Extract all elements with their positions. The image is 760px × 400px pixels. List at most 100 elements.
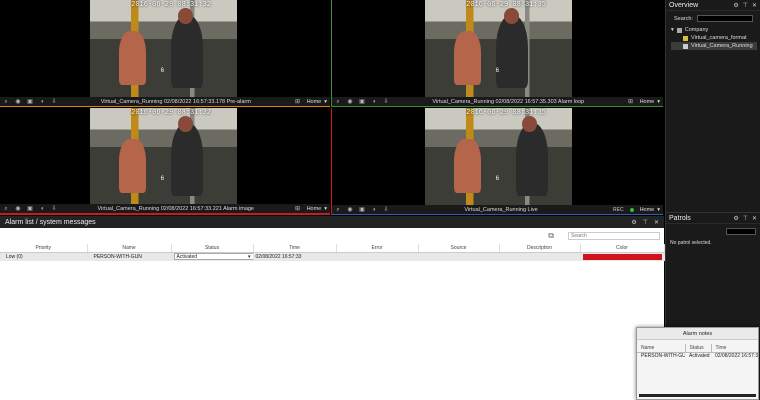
dropdown-icon: ▾ [657,98,660,105]
alarm-notes-title: Alarm notes [637,328,758,340]
camera-icon [683,43,688,49]
alarm-search-input[interactable] [568,232,660,240]
patrols-header: Patrols ⚙ ⊤ ✕ [666,213,760,224]
speaker-icon[interactable]: ◖ [371,99,377,105]
alarm-notes-popup[interactable]: Alarm notes Name Status Time PERSON-WITH… [636,327,759,400]
priority-cell: Low (0) [0,252,88,261]
collapse-icon[interactable]: ▾ [671,27,674,33]
camera-icon[interactable]: ▣ [27,99,33,105]
eye-icon[interactable]: ◉ [347,99,353,105]
column-header: Status [685,344,712,353]
speaker-icon[interactable]: ◖ [371,207,377,213]
camera-caption: Virtual_Camera_Running 02/08/2022 16:57:… [97,205,254,212]
tree-node-virtual-camera-format[interactable]: Virtual_camera_format [671,34,757,42]
alarm-notes-table: Name Status Time PERSON-WITH-GUN Activat… [637,344,758,360]
fullscreen-icon[interactable]: ⊞ [628,99,634,105]
video-frame[interactable]: 2016-06-29 08:31:35 6 [425,108,572,206]
camera-icon[interactable]: ▣ [27,206,33,212]
home-label: Home [306,98,322,105]
alarm-toolbar: ⧉ [0,228,664,244]
fullscreen-icon[interactable]: ⊞ [295,206,301,212]
patrols-title: Patrols [669,214,691,222]
zoom-icon[interactable]: ⌕ [3,206,9,212]
settings-icon[interactable]: ⚙ [733,2,738,9]
tree-node-label: Company [684,27,709,33]
home-preset-select[interactable]: Home ▾ [640,99,660,105]
pin-icon[interactable]: ⊤ [643,219,648,226]
video-timestamp: 2016-06-29 08:31:35 [466,109,546,117]
pin-icon[interactable]: ⊤ [743,215,748,222]
filter-icon[interactable]: ⧉ [548,231,554,241]
home-preset-select[interactable]: Home ▾ [307,99,327,105]
camera-tile-pre-alarm[interactable]: 2016-06-29 08:31:32 6 ⌕ ◉ ▣ ◖ ⇩ Virtual_… [0,0,330,107]
alarm-list-header: Alarm list / system messages ⚙ ⊤ ✕ [0,216,664,228]
search-label: Search: [674,15,693,22]
alarm-list-title: Alarm list / system messages [5,218,96,226]
patrol-select [666,224,760,237]
home-preset-select[interactable]: Home ▾ [307,206,327,212]
camera-icon[interactable]: ▣ [359,207,365,213]
pin-icon[interactable]: ⊤ [743,2,748,9]
description-cell [499,252,581,261]
camera-tile-alarm-image[interactable]: 2016-06-29 08:31:32 6 ⌕ ◉ ▣ ◖ ⇩ Virtual_… [0,108,330,215]
speaker-icon[interactable]: ◖ [39,206,45,212]
camera-caption: Virtual_Camera_Running Live [464,206,538,213]
zoom-icon[interactable]: ⌕ [3,99,9,105]
table-row[interactable]: Low (0) PERSON-WITH-GUN Activated ▾ 02/0… [0,252,665,261]
status-select[interactable]: Activated ▾ [173,253,252,260]
home-preset-select[interactable]: Home ▾ [640,207,660,213]
speaker-icon[interactable]: ◖ [39,99,45,105]
source-cell [418,252,500,261]
tree-node-virtual-camera-running[interactable]: Virtual_Camera_Running [671,42,757,50]
zoom-icon[interactable]: ⌕ [335,99,341,105]
camera-toolbar: ⌕ ◉ ▣ ◖ ⇩ Virtual_Camera_Running Live RE… [332,205,663,214]
settings-icon[interactable]: ⚙ [631,219,636,226]
note-name: PERSON-WITH-GUN [641,353,685,360]
column-header[interactable]: Status [171,244,254,253]
eye-icon[interactable]: ◉ [15,99,21,105]
eye-icon[interactable]: ◉ [347,207,353,213]
video-frame[interactable]: 2016-06-29 08:31:32 6 [90,108,237,206]
overview-panel: Overview ⚙ ⊤ ✕ Search: ▾ Company Virtual… [665,0,760,212]
dropdown-icon: ▾ [324,205,327,212]
column-header[interactable]: Time [253,244,337,253]
export-icon[interactable]: ⇩ [383,207,389,213]
column-header[interactable]: Description [499,244,581,253]
video-frame[interactable]: 2016-06-29 08:31:35 6 [425,0,572,98]
overview-header: Overview ⚙ ⊤ ✕ [666,0,760,11]
tree-node-company[interactable]: ▾ Company [671,26,757,34]
camera-toolbar: ⌕ ◉ ▣ ◖ ⇩ Virtual_Camera_Running 02/08/2… [332,97,663,106]
camera-icon[interactable]: ▣ [359,99,365,105]
close-icon[interactable]: ✕ [654,219,659,226]
column-header[interactable]: Error [336,244,419,253]
horizontal-scrollbar[interactable] [639,394,756,397]
tree-node-label: Virtual_camera_format [691,35,747,41]
export-icon[interactable]: ⇩ [51,99,57,105]
eye-icon[interactable]: ◉ [15,206,21,212]
column-header[interactable]: Name [87,244,172,253]
column-header[interactable]: Source [418,244,500,253]
tree-node-label: Virtual_Camera_Running [691,43,753,49]
error-cell [336,252,419,261]
rec-indicator: REC [613,206,624,213]
camera-caption: Virtual_Camera_Running 02/08/2022 16:57:… [100,98,251,105]
overview-search-input[interactable] [696,15,753,22]
column-header[interactable]: Priority [0,244,88,253]
overview-title: Overview [669,1,699,9]
close-icon[interactable]: ✕ [752,2,757,9]
camera-tile-live[interactable]: 2016-06-29 08:31:35 6 ⌕ ◉ ▣ ◖ ⇩ Virtual_… [331,108,663,215]
table-row[interactable]: PERSON-WITH-GUN Activated 02/08/2022 16:… [637,352,758,360]
camera-tile-alarm-loop[interactable]: 2016-06-29 08:31:35 6 ⌕ ◉ ▣ ◖ ⇩ Virtual_… [331,0,663,107]
status-value: Activated [176,253,198,260]
export-icon[interactable]: ⇩ [383,99,389,105]
close-icon[interactable]: ✕ [752,215,757,222]
video-frame[interactable]: 2016-06-29 08:31:32 6 [90,0,237,98]
zoom-icon[interactable]: ⌕ [335,207,341,213]
alarm-list-panel: Alarm list / system messages ⚙ ⊤ ✕ ⧉ Pri… [0,216,665,400]
patrol-select-input[interactable] [726,228,756,235]
column-header[interactable]: Color [580,244,665,253]
color-swatch [582,253,662,260]
fullscreen-icon[interactable]: ⊞ [295,99,301,105]
settings-icon[interactable]: ⚙ [733,215,738,222]
export-icon[interactable]: ⇩ [51,206,57,212]
